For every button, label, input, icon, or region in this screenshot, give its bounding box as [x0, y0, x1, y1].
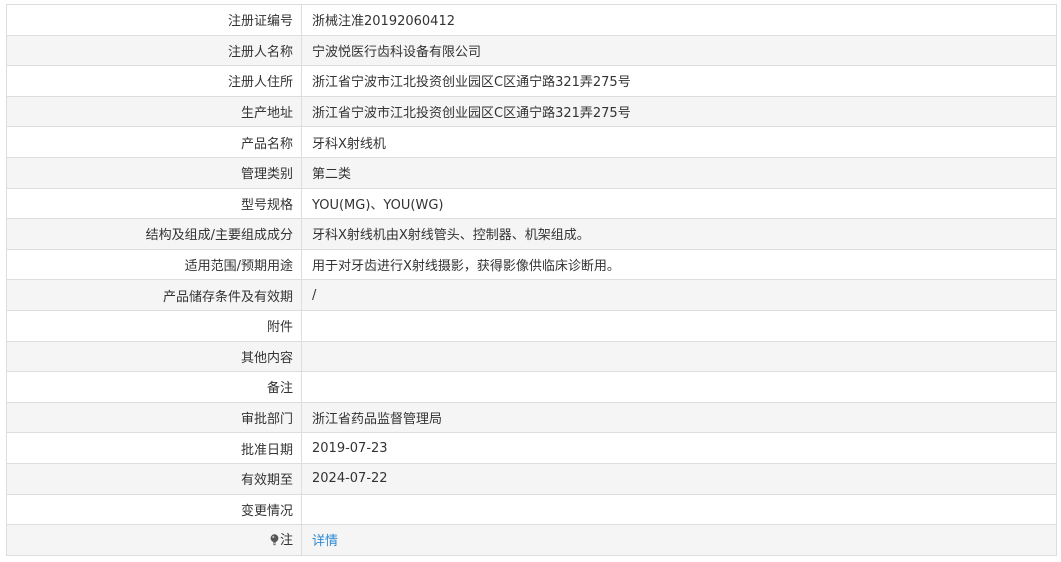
row-label: 注册人住所 — [6, 65, 302, 97]
row-label: 型号规格 — [6, 187, 302, 220]
row-label: 生产地址 — [6, 95, 302, 128]
row-value: 浙江省药品监督管理局 — [301, 401, 1057, 434]
row-label: 注册人名称 — [6, 34, 302, 67]
row-label: 批准日期 — [6, 432, 302, 464]
row-value: 用于对牙齿进行X射线摄影，获得影像供临床诊断用。 — [301, 248, 1057, 281]
table-row-approval-date: 批准日期 2019-07-23 — [6, 432, 1057, 464]
row-value: 浙江省宁波市江北投资创业园区C区通宁路321弄275号 — [301, 65, 1057, 97]
table-row-intended-use: 适用范围/预期用途 用于对牙齿进行X射线摄影，获得影像供临床诊断用。 — [6, 248, 1057, 281]
row-label: 变更情况 — [6, 493, 302, 526]
table-row-production-address: 生产地址 浙江省宁波市江北投资创业园区C区通宁路321弄275号 — [6, 95, 1057, 128]
row-value: 浙江省宁波市江北投资创业园区C区通宁路321弄275号 — [301, 95, 1057, 128]
details-link[interactable]: 详情 — [312, 534, 338, 549]
table-row-product-name: 产品名称 牙科X射线机 — [6, 126, 1057, 158]
note-value-cell: 详情 — [301, 524, 1057, 556]
row-label: 备注 — [6, 371, 302, 403]
row-value: 牙科X射线机 — [301, 126, 1057, 158]
row-label: 产品名称 — [6, 126, 302, 158]
table-row-remarks: 备注 — [6, 371, 1057, 403]
lightbulb-icon — [270, 534, 279, 550]
row-label: 结构及组成/主要组成成分 — [6, 218, 302, 250]
table-row-structure-composition: 结构及组成/主要组成成分 牙科X射线机由X射线管头、控制器、机架组成。 — [6, 218, 1057, 250]
row-label: 附件 — [6, 309, 302, 342]
row-value — [301, 493, 1057, 526]
row-label: 管理类别 — [6, 156, 302, 189]
table-row-registrant-name: 注册人名称 宁波悦医行齿科设备有限公司 — [6, 34, 1057, 67]
table-row-registration-number: 注册证编号 浙械注准20192060412 — [6, 4, 1057, 36]
row-value: 浙械注准20192060412 — [301, 4, 1057, 36]
row-label: 适用范围/预期用途 — [6, 248, 302, 281]
table-row-approval-department: 审批部门 浙江省药品监督管理局 — [6, 401, 1057, 434]
row-value: 牙科X射线机由X射线管头、控制器、机架组成。 — [301, 218, 1057, 250]
row-label: 产品储存条件及有效期 — [6, 279, 302, 311]
row-value — [301, 371, 1057, 403]
registration-info-table: 注册证编号 浙械注准20192060412 注册人名称 宁波悦医行齿科设备有限公… — [6, 4, 1057, 556]
row-label: 其他内容 — [6, 340, 302, 373]
row-value: YOU(MG)、YOU(WG) — [301, 187, 1057, 220]
row-label: 审批部门 — [6, 401, 302, 434]
table-row-other-content: 其他内容 — [6, 340, 1057, 373]
table-row-valid-until: 有效期至 2024-07-22 — [6, 462, 1057, 495]
row-value: 2019-07-23 — [301, 432, 1057, 464]
row-value: 2024-07-22 — [301, 462, 1057, 495]
row-value: 宁波悦医行齿科设备有限公司 — [301, 34, 1057, 67]
table-row-attachment: 附件 — [6, 309, 1057, 342]
table-row-storage-validity: 产品储存条件及有效期 / — [6, 279, 1057, 311]
note-label-cell: 注 — [6, 524, 302, 556]
table-row-change-status: 变更情况 — [6, 493, 1057, 526]
table-row-note: 注 详情 — [6, 524, 1057, 556]
table-row-registrant-address: 注册人住所 浙江省宁波市江北投资创业园区C区通宁路321弄275号 — [6, 65, 1057, 97]
row-value: / — [301, 279, 1057, 311]
row-value — [301, 309, 1057, 342]
row-value — [301, 340, 1057, 373]
row-label: 有效期至 — [6, 462, 302, 495]
row-value: 第二类 — [301, 156, 1057, 189]
table-row-management-category: 管理类别 第二类 — [6, 156, 1057, 189]
row-label: 注册证编号 — [6, 4, 302, 36]
note-label: 注 — [279, 533, 293, 549]
table-row-model-spec: 型号规格 YOU(MG)、YOU(WG) — [6, 187, 1057, 220]
